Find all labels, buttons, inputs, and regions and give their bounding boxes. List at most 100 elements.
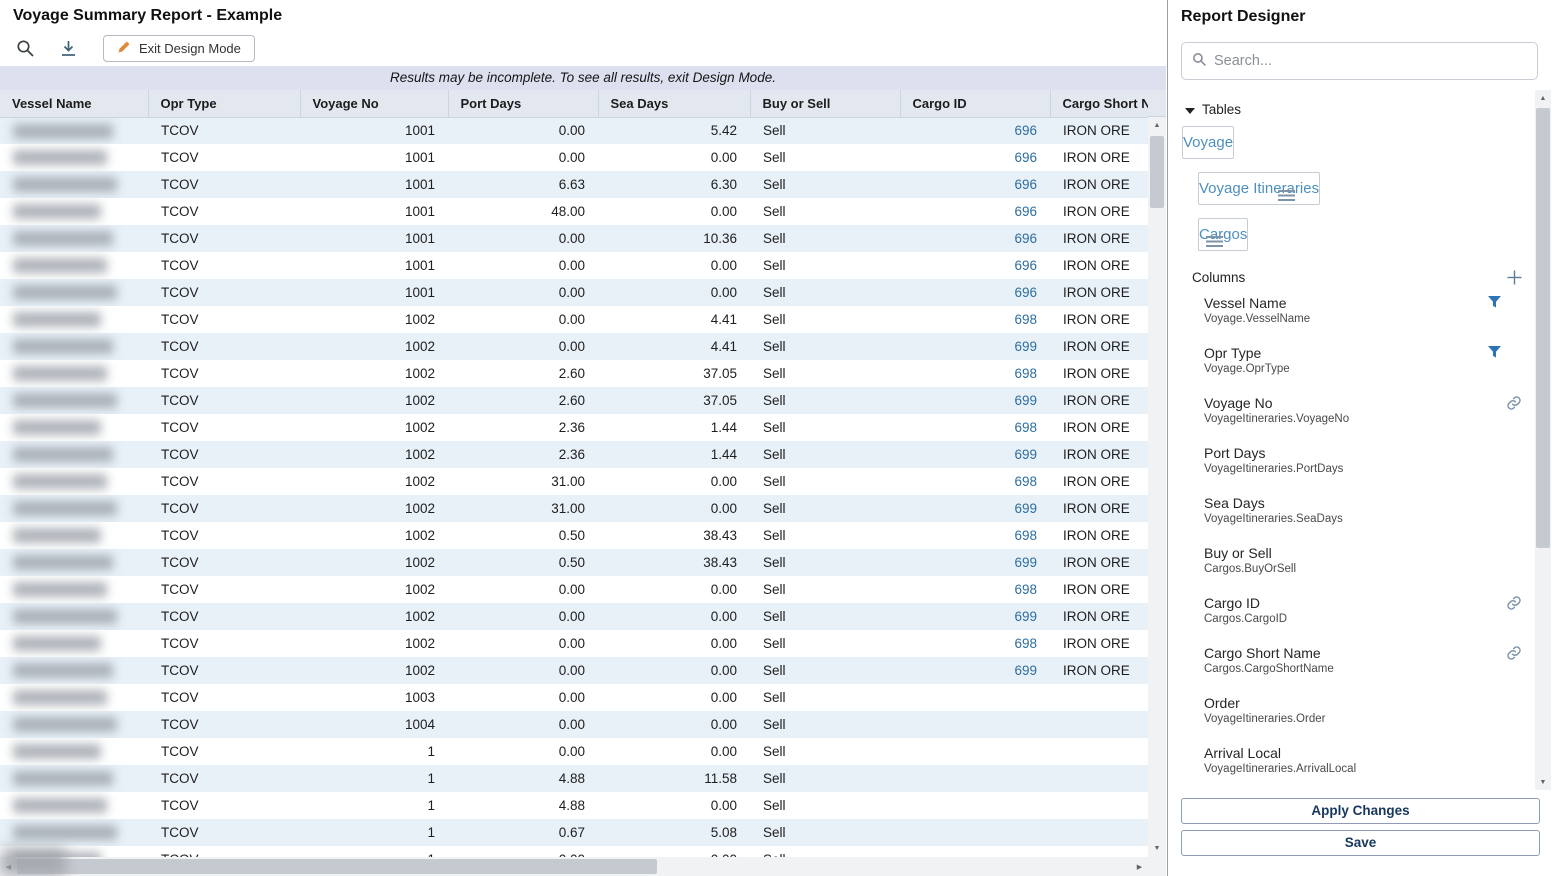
table-row[interactable]: TCOV 1 4.88 0.00 Sell bbox=[0, 792, 1148, 819]
column-header[interactable]: Voyage No bbox=[300, 90, 448, 117]
table-row[interactable]: TCOV 1001 6.63 6.30 Sell 696 IRON ORE bbox=[0, 171, 1148, 198]
cargo-id-link[interactable]: 699 bbox=[1014, 393, 1037, 408]
table-row[interactable]: TCOV 1002 0.00 0.00 Sell 699 IRON ORE bbox=[0, 603, 1148, 630]
table-row[interactable]: TCOV 1001 0.00 0.00 Sell 696 IRON ORE bbox=[0, 279, 1148, 306]
designer-search-box[interactable] bbox=[1181, 42, 1538, 80]
cargo-id-link[interactable]: 699 bbox=[1014, 447, 1037, 462]
table-button-voyage-itineraries[interactable]: Voyage Itineraries bbox=[1198, 172, 1320, 205]
table-row[interactable]: TCOV 1002 0.50 38.43 Sell 699 IRON ORE bbox=[0, 549, 1148, 576]
cargo-id-link[interactable]: 699 bbox=[1014, 609, 1037, 624]
column-header[interactable]: Cargo Short Name bbox=[1050, 90, 1148, 117]
column-item[interactable]: Voyage No VoyageItineraries.VoyageNo bbox=[1168, 386, 1536, 436]
column-item[interactable]: Cargo Short Name Cargos.CargoShortName bbox=[1168, 636, 1536, 686]
vertical-scroll-thumb[interactable] bbox=[1150, 136, 1164, 208]
table-row[interactable]: TCOV 1002 0.00 0.00 Sell 699 IRON ORE bbox=[0, 657, 1148, 684]
cargo-id-link[interactable]: 698 bbox=[1014, 420, 1037, 435]
cargo-id-link[interactable]: 698 bbox=[1014, 312, 1037, 327]
table-row[interactable]: TCOV 1001 0.00 10.36 Sell 696 IRON ORE bbox=[0, 225, 1148, 252]
cargo-id-link[interactable]: 699 bbox=[1014, 555, 1037, 570]
save-button[interactable]: Save bbox=[1181, 830, 1540, 856]
opr-type-cell: TCOV bbox=[148, 171, 300, 198]
cargo-id-link[interactable]: 699 bbox=[1014, 501, 1037, 516]
voyage-no-cell: 1002 bbox=[300, 360, 448, 387]
table-row[interactable]: TCOV 1001 0.00 5.42 Sell 696 IRON ORE bbox=[0, 117, 1148, 144]
search-input[interactable] bbox=[1214, 53, 1527, 69]
cargo-id-link[interactable]: 698 bbox=[1014, 366, 1037, 381]
table-row[interactable]: TCOV 1 0.00 0.00 Sell bbox=[0, 738, 1148, 765]
port-days-cell: 48.00 bbox=[448, 198, 598, 225]
apply-changes-button[interactable]: Apply Changes bbox=[1181, 798, 1540, 824]
column-header[interactable]: Cargo ID bbox=[900, 90, 1050, 117]
table-row[interactable]: TCOV 1002 0.50 38.43 Sell 698 IRON ORE bbox=[0, 522, 1148, 549]
table-row[interactable]: TCOV 1002 2.36 1.44 Sell 698 IRON ORE bbox=[0, 414, 1148, 441]
column-item[interactable]: Opr Type Voyage.OprType bbox=[1168, 336, 1536, 386]
scroll-down-arrow[interactable]: ▼ bbox=[1148, 840, 1166, 857]
table-row[interactable]: TCOV 1 4.88 11.58 Sell bbox=[0, 765, 1148, 792]
menu-icon[interactable] bbox=[1278, 182, 1295, 213]
table-row[interactable]: TCOV 1002 31.00 0.00 Sell 698 IRON ORE bbox=[0, 468, 1148, 495]
column-item[interactable]: Sea Days VoyageItineraries.SeaDays bbox=[1168, 486, 1536, 536]
add-column-icon[interactable] bbox=[1505, 268, 1523, 286]
scroll-down-arrow[interactable]: ▼ bbox=[1535, 774, 1551, 790]
filter-icon[interactable] bbox=[1487, 295, 1502, 312]
column-header[interactable]: Opr Type bbox=[148, 90, 300, 117]
table-row[interactable]: TCOV 1 0.67 5.08 Sell bbox=[0, 819, 1148, 846]
table-row[interactable]: TCOV 1002 0.00 4.41 Sell 699 IRON ORE bbox=[0, 333, 1148, 360]
table-row[interactable]: TCOV 1002 0.00 0.00 Sell 698 IRON ORE bbox=[0, 576, 1148, 603]
scroll-right-arrow[interactable]: ▶ bbox=[1131, 857, 1148, 876]
column-item[interactable]: Buy or Sell Cargos.BuyOrSell bbox=[1168, 536, 1536, 586]
horizontal-scroll-thumb[interactable] bbox=[17, 859, 657, 874]
table-row[interactable]: TCOV 1004 0.00 0.00 Sell bbox=[0, 711, 1148, 738]
cargo-id-link[interactable]: 696 bbox=[1014, 231, 1037, 246]
menu-icon[interactable] bbox=[1206, 228, 1223, 259]
download-icon[interactable] bbox=[57, 37, 79, 59]
link-icon[interactable] bbox=[1506, 645, 1522, 664]
column-item[interactable]: Arrival Local VoyageItineraries.ArrivalL… bbox=[1168, 736, 1536, 786]
cargo-id-link[interactable]: 699 bbox=[1014, 339, 1037, 354]
cargo-id-link[interactable]: 696 bbox=[1014, 150, 1037, 165]
column-header[interactable]: Vessel Name bbox=[0, 90, 148, 117]
table-row[interactable]: TCOV 1002 31.00 0.00 Sell 699 IRON ORE bbox=[0, 495, 1148, 522]
column-item[interactable]: Port Days VoyageItineraries.PortDays bbox=[1168, 436, 1536, 486]
table-row[interactable]: TCOV 1002 2.60 37.05 Sell 698 IRON ORE bbox=[0, 360, 1148, 387]
table-row[interactable]: TCOV 1001 0.00 0.00 Sell 696 IRON ORE bbox=[0, 252, 1148, 279]
cargo-id-link[interactable]: 699 bbox=[1014, 663, 1037, 678]
filter-icon[interactable] bbox=[1487, 345, 1502, 362]
column-item[interactable]: Order VoyageItineraries.Order bbox=[1168, 686, 1536, 736]
table-row[interactable]: TCOV 1001 0.00 0.00 Sell 696 IRON ORE bbox=[0, 144, 1148, 171]
cargo-id-link[interactable]: 698 bbox=[1014, 582, 1037, 597]
table-row[interactable]: TCOV 1002 0.00 4.41 Sell 698 IRON ORE bbox=[0, 306, 1148, 333]
cargo-id-link[interactable]: 698 bbox=[1014, 636, 1037, 651]
designer-scroll-thumb[interactable] bbox=[1536, 108, 1550, 548]
table-button-cargos[interactable]: Cargos bbox=[1198, 218, 1248, 251]
cargo-id-link[interactable]: 696 bbox=[1014, 123, 1037, 138]
column-header[interactable]: Buy or Sell bbox=[750, 90, 900, 117]
link-icon[interactable] bbox=[1506, 595, 1522, 614]
table-button-voyage[interactable]: Voyage bbox=[1182, 126, 1234, 159]
cargo-id-link[interactable]: 696 bbox=[1014, 285, 1037, 300]
table-row[interactable]: TCOV 1001 48.00 0.00 Sell 696 IRON ORE bbox=[0, 198, 1148, 225]
cargo-id-link[interactable]: 696 bbox=[1014, 258, 1037, 273]
horizontal-scrollbar[interactable]: ◀ ▶ bbox=[0, 857, 1148, 876]
column-item[interactable]: Cargo ID Cargos.CargoID bbox=[1168, 586, 1536, 636]
column-header[interactable]: Sea Days bbox=[598, 90, 750, 117]
table-row[interactable]: TCOV 1002 0.00 0.00 Sell 698 IRON ORE bbox=[0, 630, 1148, 657]
cargo-id-link[interactable]: 696 bbox=[1014, 204, 1037, 219]
tables-section-toggle[interactable]: Tables bbox=[1168, 88, 1536, 117]
exit-design-mode-button[interactable]: Exit Design Mode bbox=[103, 35, 255, 62]
scroll-up-arrow[interactable]: ▲ bbox=[1148, 117, 1166, 134]
search-icon[interactable] bbox=[14, 37, 36, 59]
scroll-up-arrow[interactable]: ▲ bbox=[1535, 90, 1551, 106]
table-row[interactable]: TCOV 1002 2.36 1.44 Sell 699 IRON ORE bbox=[0, 441, 1148, 468]
vertical-scrollbar[interactable]: ▲ ▼ bbox=[1148, 117, 1166, 857]
cargo-id-link[interactable]: 698 bbox=[1014, 528, 1037, 543]
cargo-id-link[interactable]: 698 bbox=[1014, 474, 1037, 489]
table-row[interactable]: TCOV 1003 0.00 0.00 Sell bbox=[0, 684, 1148, 711]
table-row[interactable]: TCOV 1002 2.60 37.05 Sell 699 IRON ORE bbox=[0, 387, 1148, 414]
column-header[interactable]: Port Days bbox=[448, 90, 598, 117]
cargo-id-link[interactable]: 696 bbox=[1014, 177, 1037, 192]
link-icon[interactable] bbox=[1506, 395, 1522, 414]
column-item[interactable]: Vessel Name Voyage.VesselName bbox=[1168, 286, 1536, 336]
table-row[interactable]: TCOV 1 0.00 0.00 Sell bbox=[0, 846, 1148, 857]
designer-scrollbar[interactable]: ▲ ▼ bbox=[1535, 90, 1551, 790]
